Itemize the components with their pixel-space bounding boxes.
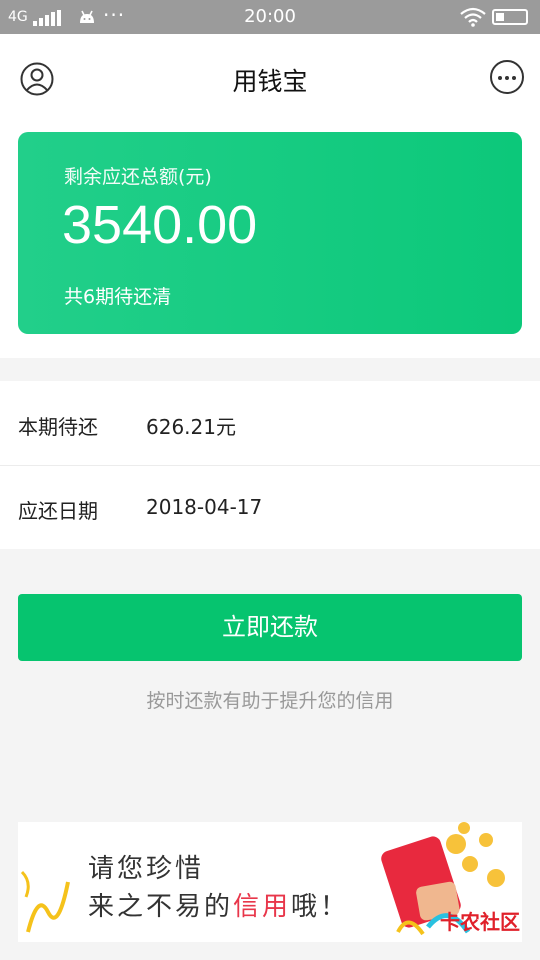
banner-line1: 请您珍惜 [88, 854, 205, 884]
balance-label: 剩余应还总额(元) [64, 166, 212, 188]
due-date-row: 应还日期 2018-04-17 [0, 465, 540, 549]
balance-card: 剩余应还总额(元) 3540.00 共6期待还清 [18, 132, 522, 334]
status-bar: 4G ··· 20:00 [0, 0, 540, 34]
repay-now-button[interactable]: 立即还款 [18, 594, 522, 661]
current-due-row: 本期待还 626.21元 [0, 381, 540, 466]
due-date-label: 应还日期 [18, 499, 98, 523]
nav-bar: 用钱宝 [0, 34, 540, 122]
banner-line2: 来之不易的信用哦！ [88, 892, 350, 922]
due-date-value: 2018-04-17 [146, 495, 263, 519]
battery-icon [492, 9, 528, 25]
watermark-logo: 卡农社区 [440, 910, 520, 934]
banner-highlight: 信用 [233, 892, 292, 922]
page-title: 用钱宝 [232, 67, 308, 96]
balance-amount: 3540.00 [62, 195, 258, 255]
ribbon-decoration [20, 870, 70, 933]
wifi-icon [460, 7, 486, 27]
repayment-details: 本期待还 626.21元 应还日期 2018-04-17 [0, 381, 540, 549]
credit-hint: 按时还款有助于提升您的信用 [146, 690, 394, 712]
remaining-periods: 共6期待还清 [64, 286, 172, 308]
more-dots-icon[interactable] [490, 60, 524, 94]
current-due-label: 本期待还 [18, 415, 98, 439]
clock: 20:00 [244, 6, 296, 27]
current-due-value: 626.21元 [146, 415, 236, 439]
